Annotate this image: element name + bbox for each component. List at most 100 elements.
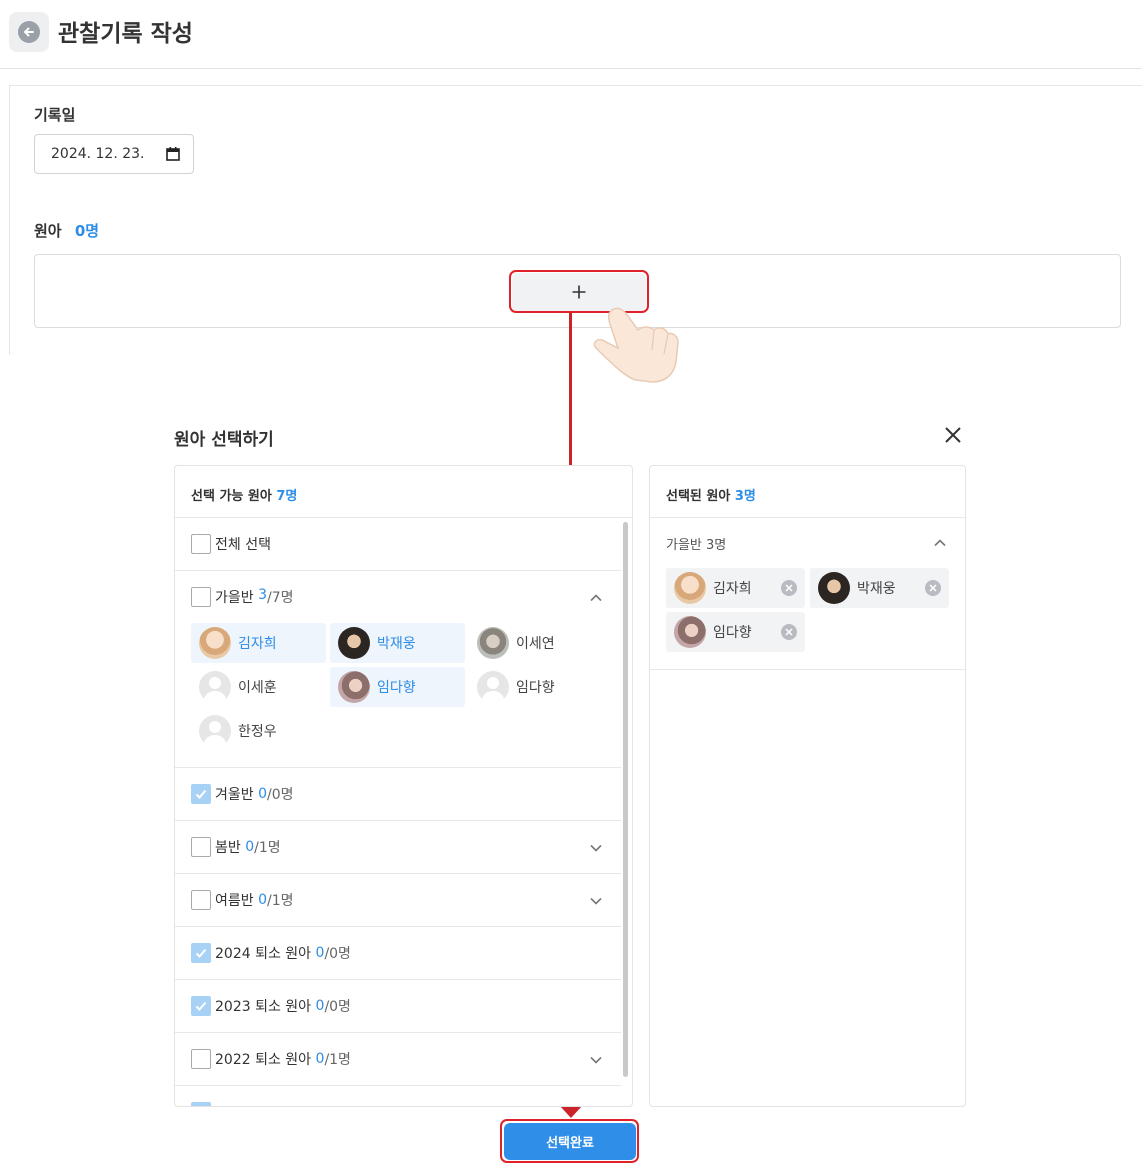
children-count: 0명 — [74, 222, 100, 240]
date-value: 2024. 12. 23. — [51, 146, 145, 162]
select-all-label: 전체 선택 — [215, 537, 271, 553]
selected-panel-header: 선택된 원아 3명 — [650, 466, 965, 518]
group-total: /0명 — [324, 946, 351, 962]
group-total: /1명 — [267, 893, 294, 909]
group-selected-count: 0 — [315, 945, 325, 961]
date-label: 기록일 — [34, 106, 76, 124]
remove-chip-icon[interactable] — [781, 580, 797, 596]
child-item[interactable]: 박재웅 — [330, 623, 465, 663]
child-item[interactable]: 임다향 — [469, 667, 604, 707]
selected-child-chip: 박재웅 — [810, 568, 949, 608]
highlight-done-button — [500, 1119, 639, 1163]
group-selected-count: 0 — [245, 839, 255, 855]
group-checkbox[interactable] — [191, 784, 211, 804]
selected-child-chip: 김자희 — [666, 568, 805, 608]
group-name: 가을반 — [215, 590, 254, 606]
group-row-2022-withdrawn[interactable]: 2022 퇴소 원아 0/1명 — [175, 1033, 621, 1086]
child-name: 한정우 — [238, 724, 277, 740]
available-children-panel: 선택 가능 원아 7명 전체 선택 가을반 3/7명 김자희 박재웅 이세연 이… — [174, 465, 633, 1107]
group-selected-count: 0 — [258, 786, 268, 802]
remove-chip-icon[interactable] — [925, 580, 941, 596]
group-total: /7명 — [267, 590, 294, 606]
group-list[interactable]: 전체 선택 가을반 3/7명 김자희 박재웅 이세연 이세훈 임다향 임다향 한… — [175, 518, 621, 1106]
group-selected-count: 3 — [258, 587, 268, 603]
child-item[interactable]: 김자희 — [191, 623, 326, 663]
group-row-겨울반[interactable]: 겨울반 0/0명 — [175, 768, 621, 821]
calendar-icon[interactable] — [165, 146, 181, 162]
group-checkbox[interactable] — [191, 943, 211, 963]
child-item[interactable]: 이세훈 — [191, 667, 326, 707]
children-label: 원아 0명 — [34, 220, 99, 241]
chip-name: 김자희 — [713, 581, 752, 597]
child-name: 임다향 — [377, 680, 416, 696]
select-all-checkbox[interactable] — [191, 534, 211, 554]
children-label-text: 원아 — [34, 222, 62, 240]
chevron-up-icon[interactable] — [589, 591, 603, 605]
selected-child-chip: 임다향 — [666, 612, 805, 652]
chip-name: 임다향 — [713, 625, 752, 641]
group-name: 겨울반 — [215, 787, 254, 803]
group-row-여름반[interactable]: 여름반 0/1명 — [175, 874, 621, 927]
available-count: 7명 — [276, 489, 298, 504]
child-name: 김자희 — [238, 636, 277, 652]
child-item[interactable]: 한정우 — [191, 711, 326, 751]
chevron-up-icon[interactable] — [933, 536, 947, 550]
avatar — [199, 671, 231, 703]
avatar — [674, 616, 706, 648]
group-checkbox[interactable] — [191, 1049, 211, 1069]
pointing-hand-icon — [593, 307, 679, 383]
child-item[interactable]: 임다향 — [330, 667, 465, 707]
chip-name: 박재웅 — [857, 581, 896, 597]
group-total: /1명 — [324, 1052, 351, 1068]
available-title: 선택 가능 원아 — [191, 489, 272, 504]
avatar — [199, 715, 231, 747]
group-row-2023-withdrawn[interactable]: 2023 퇴소 원아 0/0명 — [175, 980, 621, 1033]
back-button[interactable] — [9, 12, 49, 52]
child-item[interactable]: 이세연 — [469, 623, 604, 663]
chevron-down-icon[interactable] — [589, 1053, 603, 1067]
selected-count: 3명 — [734, 489, 756, 504]
group-selected-count: 0 — [258, 892, 268, 908]
remove-chip-icon[interactable] — [781, 624, 797, 640]
group-total: /1명 — [254, 840, 281, 856]
group-checkbox[interactable] — [191, 996, 211, 1016]
select-all-row[interactable]: 전체 선택 — [175, 518, 621, 571]
selected-group-count: 3명 — [706, 538, 727, 553]
group-checkbox[interactable] — [191, 837, 211, 857]
group-row-partial[interactable] — [175, 1086, 621, 1106]
group-total: /0명 — [324, 999, 351, 1015]
selected-children-panel: 선택된 원아 3명 가을반 3명 김자희 박재웅 임다향 — [649, 465, 966, 1107]
chevron-down-icon[interactable] — [589, 841, 603, 855]
group-checkbox[interactable] — [191, 1102, 211, 1106]
selected-group-header[interactable]: 가을반 3명 — [666, 534, 726, 553]
chevron-down-icon[interactable] — [589, 894, 603, 908]
group-row-봄반[interactable]: 봄반 0/1명 — [175, 821, 621, 874]
group-name: 봄반 — [215, 840, 241, 856]
back-arrow-icon — [18, 21, 40, 43]
avatar — [338, 627, 370, 659]
avatar — [477, 627, 509, 659]
group-checkbox[interactable] — [191, 587, 211, 607]
group-row-가을반[interactable]: 가을반 3/7명 김자희 박재웅 이세연 이세훈 임다향 임다향 한정우 — [175, 571, 621, 768]
group-name: 여름반 — [215, 893, 254, 909]
group-total: /0명 — [267, 787, 294, 803]
child-name: 이세훈 — [238, 680, 277, 696]
list-scrollbar[interactable] — [623, 522, 628, 1077]
group-row-2024-withdrawn[interactable]: 2024 퇴소 원아 0/0명 — [175, 927, 621, 980]
close-icon[interactable] — [943, 425, 963, 445]
child-name: 박재웅 — [377, 636, 416, 652]
avatar — [199, 627, 231, 659]
date-input[interactable]: 2024. 12. 23. — [34, 134, 194, 174]
divider — [650, 669, 965, 670]
child-name: 이세연 — [516, 636, 555, 652]
annotation-arrow-head — [560, 1106, 582, 1118]
avatar — [674, 572, 706, 604]
page-title: 관찰기록 작성 — [58, 21, 193, 47]
available-panel-header: 선택 가능 원아 7명 — [175, 466, 632, 518]
selected-group-name: 가을반 — [666, 538, 702, 553]
group-checkbox[interactable] — [191, 890, 211, 910]
group-name: 2022 퇴소 원아 — [215, 1052, 312, 1068]
selected-title: 선택된 원아 — [666, 489, 731, 504]
group-name: 2024 퇴소 원아 — [215, 946, 312, 962]
page-header: 관찰기록 작성 — [0, 0, 1142, 69]
